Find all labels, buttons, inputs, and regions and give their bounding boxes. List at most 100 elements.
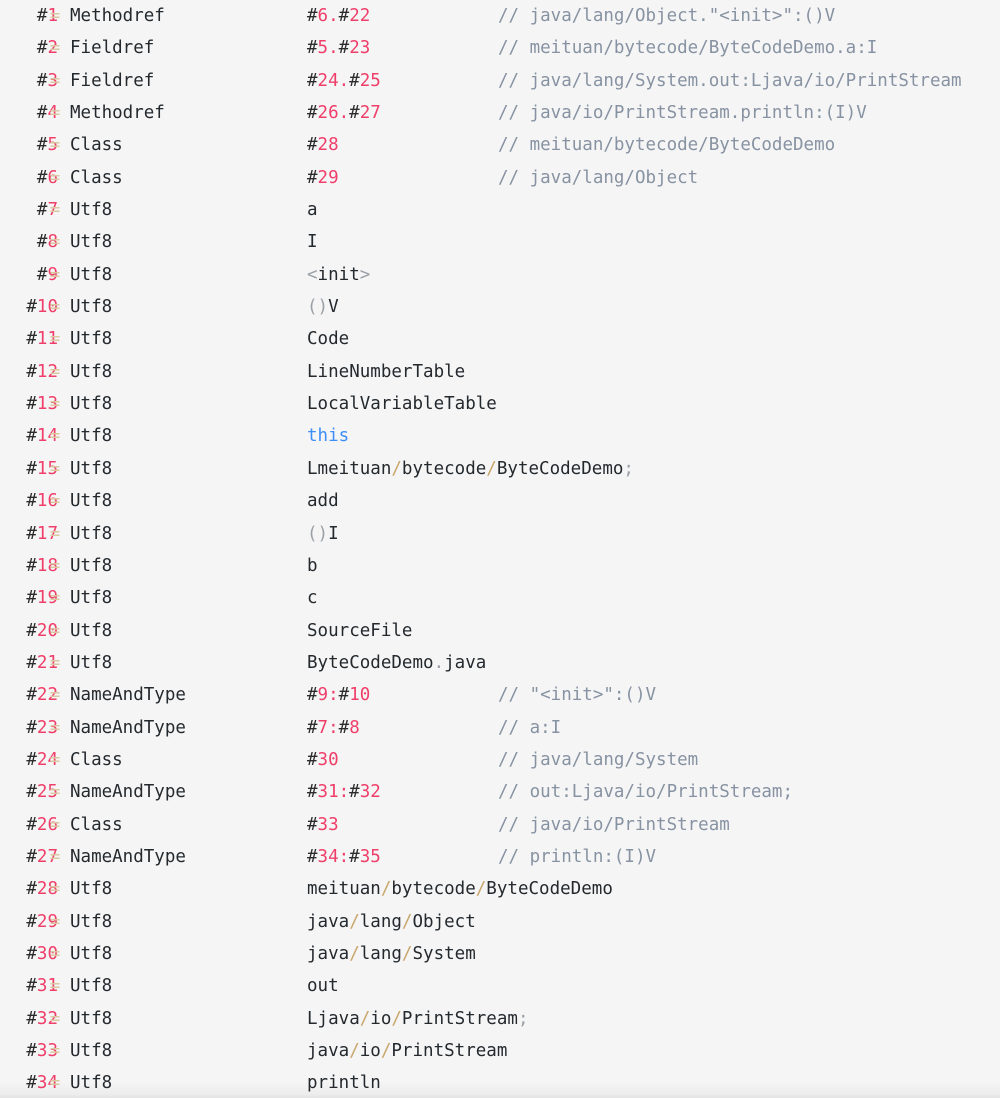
constant-reference: #26.#27 <box>307 103 381 124</box>
equals-separator: = <box>49 232 61 253</box>
constant-comment: // "<init>":()V <box>498 685 657 706</box>
equals-separator: = <box>49 943 61 964</box>
constant-pool-row: #2 = Fieldref #5.#23// meituan/bytecode/Byt… <box>0 32 1000 64</box>
constant-comment: // println:(I)V <box>498 846 657 867</box>
constant-pool-row: #12 = Utf8 LineNumberTable <box>0 356 1000 388</box>
equals-separator: = <box>49 264 61 285</box>
constant-type: Utf8 <box>70 264 113 285</box>
constant-reference: meituan/bytecode/ByteCodeDemo <box>307 879 613 900</box>
constant-type: Utf8 <box>70 588 113 609</box>
constant-comment: // java/io/PrintStream.println:(I)V <box>498 103 867 124</box>
equals-separator: = <box>49 588 61 609</box>
constant-reference: LineNumberTable <box>307 361 466 382</box>
constant-reference: this <box>307 426 350 447</box>
constant-reference: println <box>307 1073 381 1094</box>
constant-comment: // java/lang/Object <box>498 167 699 188</box>
constant-reference: java/lang/System <box>307 943 476 964</box>
equals-separator: = <box>49 523 61 544</box>
constant-pool-row: #4 = Methodref #26.#27// java/io/PrintStrea… <box>0 97 1000 129</box>
constant-type: Utf8 <box>70 976 113 997</box>
constant-type: Utf8 <box>70 555 113 576</box>
equals-separator: = <box>49 491 61 512</box>
constant-type: Class <box>70 167 123 188</box>
equals-separator: = <box>49 620 61 641</box>
constant-reference: #29 <box>307 167 339 188</box>
constant-reference: java/lang/Object <box>307 911 476 932</box>
constant-pool-row: #30 = Utf8 java/lang/System <box>0 938 1000 970</box>
constant-type: Utf8 <box>70 458 113 479</box>
constant-pool-row: #25 = NameAndType #31:#32// out:Ljava/io/Pr… <box>0 776 1000 808</box>
constant-reference: Code <box>307 329 350 350</box>
constant-pool-row: #27 = NameAndType #34:#35// println:(I)V <box>0 841 1000 873</box>
equals-separator: = <box>49 879 61 900</box>
constant-type: Utf8 <box>70 232 113 253</box>
constant-pool-row: #10 = Utf8 ()V <box>0 291 1000 323</box>
equals-separator: = <box>49 426 61 447</box>
constant-pool-row: #1 = Methodref #6.#22// java/lang/Object."<… <box>0 0 1000 32</box>
constant-pool-row: #7 = Utf8 a <box>0 194 1000 226</box>
constant-pool-row: #22 = NameAndType #9:#10// "<init>":()V <box>0 679 1000 711</box>
constant-type: NameAndType <box>70 717 186 738</box>
constant-reference: #6.#22 <box>307 6 371 26</box>
equals-separator: = <box>49 458 61 479</box>
constant-type: Utf8 <box>70 1008 113 1029</box>
constant-pool-row: #6 = Class #29// java/lang/Object <box>0 162 1000 194</box>
constant-reference: ByteCodeDemo.java <box>307 652 487 673</box>
constant-pool-view: #1 = Methodref #6.#22// java/lang/Object."<… <box>0 0 1000 1098</box>
constant-pool-row: #32 = Utf8 Ljava/io/PrintStream; <box>0 1003 1000 1035</box>
equals-separator: = <box>49 685 61 706</box>
constant-pool-row: #3 = Fieldref #24.#25// java/lang/System.ou… <box>0 65 1000 97</box>
constant-reference: #28 <box>307 135 339 156</box>
equals-separator: = <box>49 200 61 221</box>
constant-reference: #33 <box>307 814 339 835</box>
constant-type: NameAndType <box>70 782 186 803</box>
constant-type: Utf8 <box>70 297 113 318</box>
constant-reference: java/io/PrintStream <box>307 1041 508 1061</box>
constant-pool-row: #24 = Class #30// java/lang/System <box>0 744 1000 776</box>
constant-type: Fieldref <box>70 70 155 91</box>
constant-pool-row: #18 = Utf8 b <box>0 550 1000 582</box>
equals-separator: = <box>49 814 61 835</box>
constant-reference: SourceFile <box>307 620 413 641</box>
equals-separator: = <box>49 846 61 867</box>
constant-reference: #31:#32 <box>307 782 381 803</box>
constant-pool-row: #17 = Utf8 ()I <box>0 518 1000 550</box>
constant-comment: // java/io/PrintStream <box>498 814 730 835</box>
constant-type: Utf8 <box>70 361 113 382</box>
constant-pool-row: #21 = Utf8 ByteCodeDemo.java <box>0 647 1000 679</box>
constant-reference: #24.#25 <box>307 70 381 91</box>
constant-pool-row: #28 = Utf8 meituan/bytecode/ByteCodeDemo <box>0 873 1000 905</box>
constant-type: Utf8 <box>70 1041 113 1061</box>
constant-pool-table: #1 = Methodref #6.#22// java/lang/Object."<… <box>0 0 1000 1098</box>
constant-reference: c <box>307 588 318 609</box>
constant-reference: #9:#10 <box>307 685 371 706</box>
equals-separator: = <box>49 167 61 188</box>
equals-separator: = <box>49 782 61 803</box>
equals-separator: = <box>49 652 61 673</box>
constant-reference: Ljava/io/PrintStream; <box>307 1008 529 1029</box>
constant-reference: LocalVariableTable <box>307 394 497 415</box>
constant-type: Utf8 <box>70 943 113 964</box>
constant-type: Utf8 <box>70 620 113 641</box>
constant-pool-row: #5 = Class #28// meituan/bytecode/ByteCodeD… <box>0 129 1000 161</box>
constant-type: Methodref <box>70 103 165 124</box>
constant-type: Utf8 <box>70 1073 113 1094</box>
constant-type: Utf8 <box>70 911 113 932</box>
constant-comment: // a:I <box>498 717 562 738</box>
equals-separator: = <box>49 394 61 415</box>
constant-type: Utf8 <box>70 200 113 221</box>
equals-separator: = <box>49 6 61 26</box>
constant-pool-row: #13 = Utf8 LocalVariableTable <box>0 388 1000 420</box>
constant-reference: <init> <box>307 264 371 285</box>
constant-type: Methodref <box>70 6 165 26</box>
equals-separator: = <box>49 555 61 576</box>
equals-separator: = <box>49 103 61 124</box>
constant-reference: #7:#8 <box>307 717 360 738</box>
constant-pool-row: #19 = Utf8 c <box>0 582 1000 614</box>
constant-pool-row: #26 = Class #33// java/io/PrintStream <box>0 809 1000 841</box>
constant-pool-row: #11 = Utf8 Code <box>0 323 1000 355</box>
constant-comment: // java/lang/System.out:Ljava/io/PrintSt… <box>498 70 962 91</box>
constant-reference: add <box>307 491 339 512</box>
constant-pool-row: #14 = Utf8 this <box>0 420 1000 452</box>
constant-pool-row: #9 = Utf8 <init> <box>0 259 1000 291</box>
